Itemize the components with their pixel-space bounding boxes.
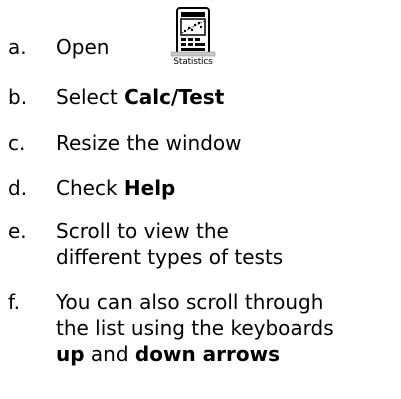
step-text-part: Select: [56, 85, 125, 109]
statistics-icon-caption: Statistics: [173, 57, 213, 67]
step-marker: c.: [8, 131, 26, 155]
step-text: Resize the window: [56, 131, 242, 155]
step-marker: f.: [8, 290, 20, 314]
step-text-bold: Help: [123, 176, 176, 200]
statistics-icon: [170, 7, 216, 57]
step-text: Scroll to view the different types of te…: [56, 219, 284, 269]
step-marker: b.: [8, 85, 28, 109]
step-text-part: Open: [56, 35, 110, 59]
step-marker: d.: [8, 176, 28, 200]
step-text: Select Calc/Test: [56, 84, 316, 110]
step-text: Check Help: [56, 175, 316, 201]
step-text-part: You can also scroll through the list usi…: [56, 290, 334, 340]
step-text-part: and: [84, 342, 135, 366]
step-text: You can also scroll through the list usi…: [56, 289, 356, 367]
step-marker: a.: [8, 35, 27, 59]
step-marker: e.: [8, 219, 27, 243]
step-text-bold: up: [56, 342, 85, 366]
step-text-part: Check: [56, 176, 124, 200]
statistics-app-icon: Statistics: [163, 6, 223, 72]
step-text-bold: Calc/Test: [124, 85, 225, 109]
step-text-bold: down arrows: [134, 342, 280, 366]
